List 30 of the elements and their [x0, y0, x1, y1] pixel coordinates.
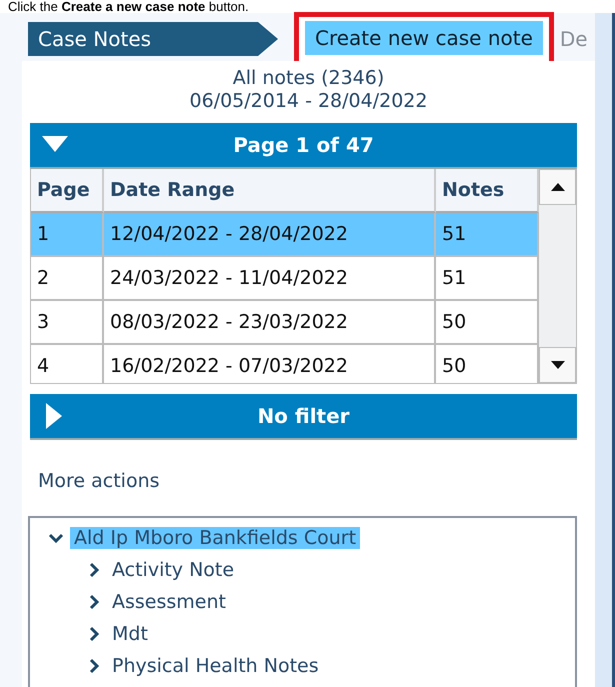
filter-header-bar[interactable]: No filter	[30, 394, 577, 440]
pages-header-bar[interactable]: Page 1 of 47	[30, 123, 577, 169]
tree-item[interactable]: Ald Ip Mboro Bankfields Court	[70, 527, 360, 549]
table-cell[interactable]: 12/04/2022 - 28/04/2022	[104, 213, 436, 257]
tree-item[interactable]: Mdt	[108, 623, 152, 645]
table-cell[interactable]: 51	[436, 257, 539, 301]
tree-item[interactable]: Assessment	[108, 591, 230, 613]
column-header: Page	[31, 169, 104, 213]
more-actions-link[interactable]: More actions	[38, 470, 595, 492]
table-cell[interactable]: 1	[31, 213, 104, 257]
table-cell[interactable]: 2	[31, 257, 104, 301]
scroll-up-icon[interactable]	[550, 183, 564, 191]
section-tab[interactable]: Case Notes	[28, 22, 278, 56]
panel-title: Page 1 of 47	[232, 133, 375, 157]
table-cell[interactable]: 08/03/2022 - 23/03/2022	[104, 301, 436, 345]
tree-item[interactable]: Physical Health Notes	[108, 655, 323, 677]
table-cell[interactable]: 24/03/2022 - 11/04/2022	[104, 257, 436, 301]
scrollbar[interactable]	[539, 169, 576, 383]
table-cell[interactable]: 3	[31, 301, 104, 345]
tree-item[interactable]: Activity Note	[108, 559, 238, 581]
column-header: Notes	[436, 169, 539, 213]
create-note-button[interactable]: Create new case note	[305, 21, 543, 55]
column-header: Date Range	[104, 169, 436, 213]
panel-title: No filter	[256, 404, 351, 428]
scroll-down-icon[interactable]	[550, 361, 564, 369]
date-range: 06/05/2014 - 28/04/2022	[188, 90, 428, 113]
table-cell[interactable]: 50	[436, 301, 539, 345]
instruction-text: Click the Create a new case note button.	[7, 0, 250, 13]
notes-count: All notes (2346)	[232, 67, 386, 90]
table-cell[interactable]: 51	[436, 213, 539, 257]
